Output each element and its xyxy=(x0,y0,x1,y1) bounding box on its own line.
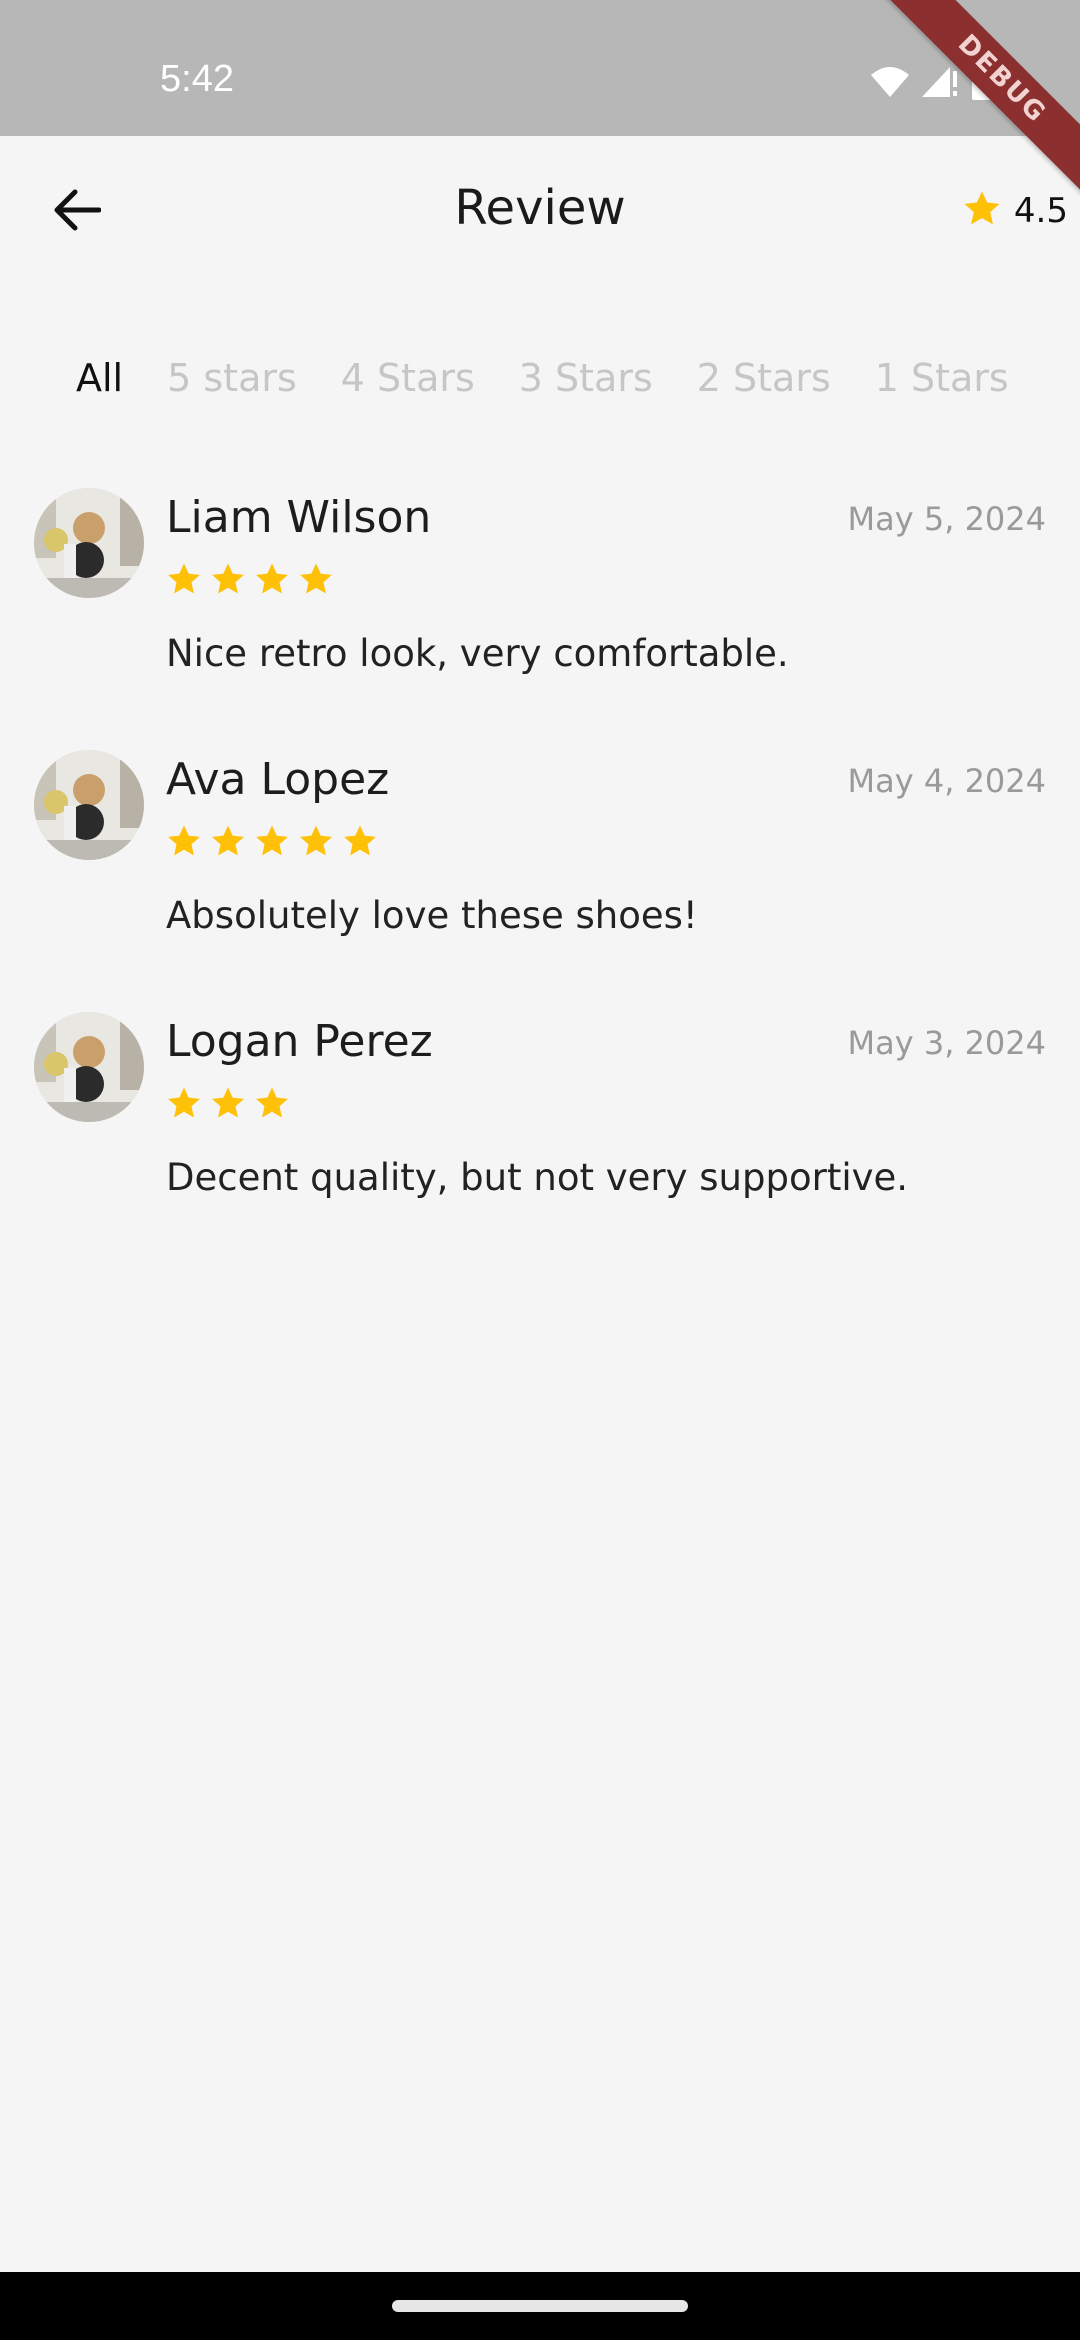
review-text: Decent quality, but not very supportive. xyxy=(166,1156,909,1199)
star-icon xyxy=(298,824,334,863)
reviewer-name: Liam Wilson xyxy=(166,492,432,543)
avatar xyxy=(34,1012,144,1122)
wifi-icon xyxy=(870,65,910,99)
star-icon xyxy=(342,824,378,863)
star-rating xyxy=(166,562,334,601)
star-icon xyxy=(210,562,246,601)
star-icon xyxy=(254,824,290,863)
review-screen: 5:42 DEBUG Review 4.5 All 5 stars 4 Star… xyxy=(0,0,1080,2340)
review-date: May 4, 2024 xyxy=(847,762,1046,800)
review-date: May 3, 2024 xyxy=(847,1024,1046,1062)
app-bar: Review 4.5 xyxy=(0,136,1080,288)
home-indicator[interactable] xyxy=(392,2300,688,2312)
tab-3-stars[interactable]: 3 Stars xyxy=(519,356,653,400)
status-time: 5:42 xyxy=(160,58,234,100)
avatar xyxy=(34,488,144,598)
star-icon xyxy=(962,190,1002,232)
rating-filter-tabs: All 5 stars 4 Stars 3 Stars 2 Stars 1 St… xyxy=(76,356,1009,400)
avatar xyxy=(34,750,144,860)
review-item: Ava Lopez May 4, 2024 Absolutely love th… xyxy=(0,750,1080,950)
tab-all[interactable]: All xyxy=(76,356,123,400)
system-nav-bar xyxy=(0,2272,1080,2340)
page-title: Review xyxy=(454,180,626,236)
star-icon xyxy=(166,824,202,863)
review-text: Nice retro look, very comfortable. xyxy=(166,632,789,675)
star-icon xyxy=(254,1086,290,1125)
star-icon xyxy=(254,562,290,601)
review-item: Logan Perez May 3, 2024 Decent quality, … xyxy=(0,1012,1080,1212)
reviewer-name: Logan Perez xyxy=(166,1016,433,1067)
star-icon xyxy=(166,562,202,601)
tab-1-stars[interactable]: 1 Stars xyxy=(875,356,1009,400)
star-rating xyxy=(166,1086,290,1125)
tab-2-stars[interactable]: 2 Stars xyxy=(697,356,831,400)
star-rating xyxy=(166,824,378,863)
star-icon xyxy=(298,562,334,601)
average-rating: 4.5 xyxy=(1013,191,1068,231)
tab-4-stars[interactable]: 4 Stars xyxy=(341,356,475,400)
reviewer-name: Ava Lopez xyxy=(166,754,390,805)
review-text: Absolutely love these shoes! xyxy=(166,894,698,937)
review-item: Liam Wilson May 5, 2024 Nice retro look,… xyxy=(0,488,1080,688)
star-icon xyxy=(210,824,246,863)
signal-icon xyxy=(920,65,960,99)
tab-5-stars[interactable]: 5 stars xyxy=(167,356,297,400)
star-icon xyxy=(166,1086,202,1125)
rating-summary: 4.5 xyxy=(962,190,1068,232)
star-icon xyxy=(210,1086,246,1125)
review-date: May 5, 2024 xyxy=(847,500,1046,538)
